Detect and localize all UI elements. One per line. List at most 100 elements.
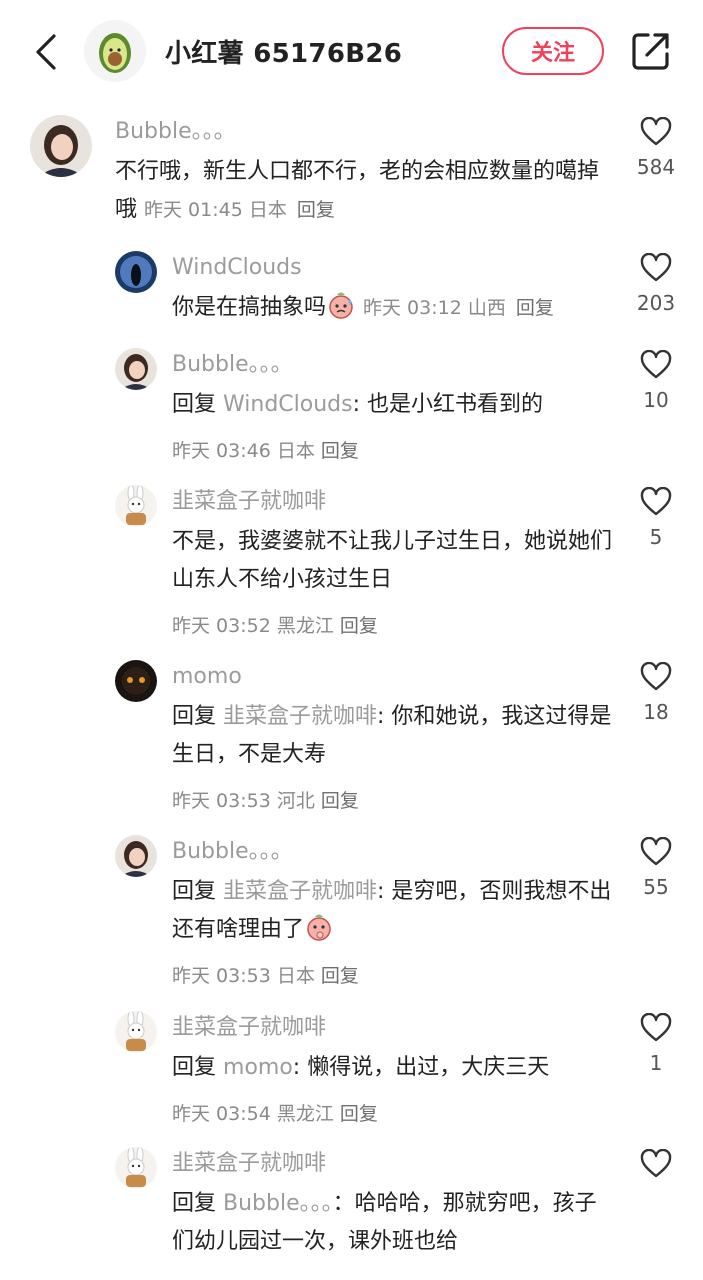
like-button[interactable]: 203 [630, 253, 682, 315]
avatar[interactable] [115, 251, 157, 293]
avatar[interactable] [115, 485, 157, 527]
reply-target-username[interactable]: 韭菜盒子就咖啡 [223, 879, 377, 904]
like-count: 584 [636, 155, 676, 179]
reply-link[interactable]: 回复 [340, 615, 378, 637]
heart-outline-icon [640, 1149, 672, 1178]
reply-link[interactable]: 回复 [340, 1103, 378, 1125]
comment-meta: 昨天 01:45 日本 回复 [144, 199, 335, 221]
username[interactable]: Bubble。。。 [172, 837, 612, 867]
heart-outline-icon [640, 1013, 672, 1042]
comment-time: 昨天 03:12 [363, 297, 462, 319]
reply-prefix: 回复 [172, 1055, 217, 1080]
comment-time: 昨天 01:45 [144, 199, 243, 221]
heart-outline-icon [640, 662, 672, 691]
comment-time: 昨天 03:46 [172, 440, 271, 462]
like-button[interactable]: 1 [630, 1013, 682, 1075]
comment-text: 回复 韭菜盒子就咖啡: 你和她说，我这过得是生日，不是大寿 [172, 698, 612, 774]
reply-link[interactable]: 回复 [297, 199, 335, 221]
comment-text: 回复 momo: 懒得说，出过，大庆三天 [172, 1049, 612, 1087]
comment-location: 河北 [276, 790, 315, 812]
reply-target-username[interactable]: Bubble。。。 [223, 1191, 333, 1216]
back-button[interactable] [26, 30, 66, 74]
chevron-left-icon [36, 34, 56, 70]
dark-photo-avatar-icon [115, 660, 157, 702]
reply-link[interactable]: 回复 [321, 965, 359, 987]
comment-body: 你是在搞抽象吗 [172, 295, 327, 320]
reply-target-username[interactable]: 韭菜盒子就咖啡 [223, 704, 377, 729]
like-count: 5 [649, 525, 663, 549]
follow-button[interactable]: 关注 [502, 27, 604, 75]
comment-location: 日本 [276, 965, 315, 987]
comment-meta: 昨天 03:52 黑龙江 回复 [172, 611, 612, 641]
like-button[interactable]: 55 [630, 837, 682, 899]
reply-link[interactable]: 回复 [321, 440, 359, 462]
avatar[interactable] [115, 660, 157, 702]
username[interactable]: 韭菜盒子就咖啡 [172, 1149, 612, 1179]
reply-prefix: 回复 [172, 879, 217, 904]
username[interactable]: momo [172, 662, 612, 692]
comment-meta: 昨天 03:53 河北 回复 [172, 786, 612, 816]
comment-location: 日本 [276, 440, 315, 462]
heart-outline-icon [640, 117, 672, 146]
comment-text: 不行哦，新生人口都不行，老的会相应数量的噶掉哦 昨天 01:45 日本 回复 [115, 153, 610, 229]
like-count: 1 [649, 1051, 663, 1075]
bunny-avatar-icon [115, 1147, 157, 1189]
heart-outline-icon [640, 487, 672, 516]
avatar[interactable] [115, 835, 157, 877]
comment-location: 黑龙江 [276, 615, 334, 637]
comment-text: 回复 Bubble。。。：哈哈哈，那就穷吧，孩子们幼儿园过一次，课外班也给 [172, 1185, 612, 1261]
avatar[interactable] [115, 1011, 157, 1053]
share-button[interactable] [630, 30, 672, 72]
avatar[interactable] [115, 348, 157, 390]
user-photo-icon [30, 115, 92, 177]
comment-location: 黑龙江 [276, 1103, 334, 1125]
comment-text: 回复 WindClouds: 也是小红书看到的 [172, 386, 612, 424]
like-count: 18 [643, 700, 669, 724]
username[interactable]: WindClouds [172, 253, 612, 283]
comment-body: : 也是小红书看到的 [352, 392, 544, 417]
like-button[interactable]: 584 [630, 117, 682, 179]
heart-outline-icon [640, 253, 672, 282]
thinking-emoji-icon [307, 914, 331, 941]
like-button[interactable]: 18 [630, 662, 682, 724]
username[interactable]: 韭菜盒子就咖啡 [172, 1013, 612, 1043]
like-button[interactable]: 5 [630, 487, 682, 549]
comment-time: 昨天 03:54 [172, 1103, 271, 1125]
like-count: 10 [643, 388, 669, 412]
reply-prefix: 回复 [172, 392, 217, 417]
comment-text: 回复 韭菜盒子就咖啡: 是穷吧，否则我想不出还有啥理由了 [172, 873, 612, 949]
reply-link[interactable]: 回复 [516, 297, 554, 319]
avocado-icon [99, 33, 131, 73]
like-button[interactable] [630, 1149, 682, 1187]
reply-link[interactable]: 回复 [321, 790, 359, 812]
comment-time: 昨天 03:53 [172, 965, 271, 987]
comment-location: 日本 [248, 199, 287, 221]
comment-text: 你是在搞抽象吗 昨天 03:12 山西 回复 [172, 289, 612, 327]
page-title: 小红薯 65176B26 [165, 39, 403, 69]
reply-target-username[interactable]: momo [223, 1055, 293, 1080]
like-count: 203 [636, 291, 676, 315]
comment-text: 不是，我婆婆就不让我儿子过生日，她说她们山东人不给小孩过生日 [172, 529, 613, 592]
share-icon [632, 33, 669, 70]
username[interactable]: Bubble。。。 [172, 350, 612, 380]
avatar[interactable] [115, 1147, 157, 1189]
comment-body: : 懒得说，出过，大庆三天 [292, 1055, 550, 1080]
comment-meta: 昨天 03:54 黑龙江 回复 [172, 1099, 612, 1129]
comment-meta: 昨天 03:12 山西 回复 [363, 297, 554, 319]
like-count: 55 [643, 875, 669, 899]
username[interactable]: 韭菜盒子就咖啡 [172, 487, 612, 517]
comment-location: 山西 [467, 297, 506, 319]
reply-target-username[interactable]: WindClouds [223, 392, 353, 417]
comment-meta: 昨天 03:53 日本 回复 [172, 961, 612, 991]
user-photo-icon [115, 348, 157, 390]
comment-meta: 昨天 03:46 日本 回复 [172, 436, 612, 466]
like-button[interactable]: 10 [630, 350, 682, 412]
avatar[interactable] [30, 115, 92, 177]
author-avatar[interactable] [84, 20, 146, 82]
bunny-avatar-icon [115, 485, 157, 527]
username[interactable]: Bubble。。。 [115, 117, 610, 147]
sweat-emoji-icon [329, 292, 353, 319]
comment-time: 昨天 03:52 [172, 615, 271, 637]
user-photo-icon [115, 835, 157, 877]
comment-time: 昨天 03:53 [172, 790, 271, 812]
